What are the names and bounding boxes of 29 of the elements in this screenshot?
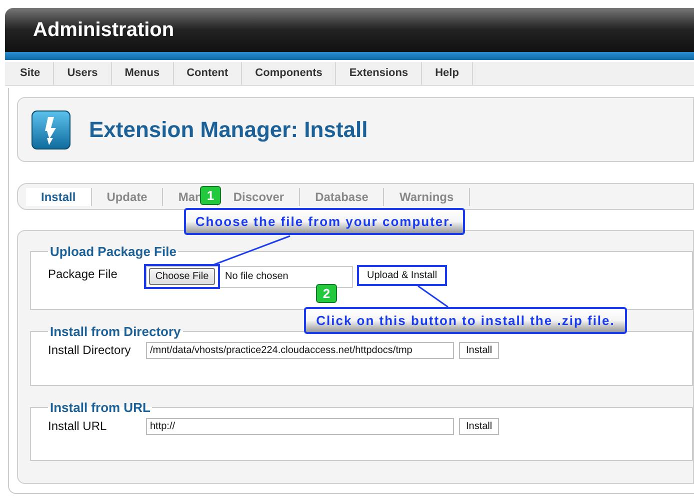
tab[interactable]: Install (26, 188, 91, 206)
menu-item[interactable]: Extensions (336, 62, 422, 85)
choose-file-button[interactable]: Choose File (149, 268, 215, 285)
install-button[interactable]: Install (459, 418, 500, 434)
header-title: Administration (33, 18, 174, 43)
callout-text: Choose the file from your computer. (195, 212, 454, 231)
lightning-icon (31, 110, 71, 150)
menu-item[interactable]: Content (174, 62, 242, 85)
upload-install-button[interactable]: Upload & Install (357, 264, 448, 286)
page-title: Extension Manager: Install (89, 116, 368, 144)
step-badge: 2 (316, 284, 337, 303)
file-status: No file chosen (225, 270, 288, 284)
file-field[interactable]: Choose File No file chosen (146, 266, 353, 288)
menu-item[interactable]: Components (242, 62, 336, 85)
field-label: Install Directory (48, 342, 132, 358)
menu-item[interactable]: Help (422, 62, 473, 85)
text-field[interactable]: /mnt/data/vhosts/practice224.cloudaccess.net/httpdocs/tmp (146, 342, 454, 358)
menu-item[interactable]: Site (7, 62, 54, 85)
field-label: Install URL (48, 418, 108, 434)
section-legend: Upload Package File (48, 242, 178, 262)
section-legend: Install from Directory (48, 322, 183, 342)
step-badge: 1 (200, 186, 221, 205)
field-label: Package File (48, 266, 118, 282)
menu-item[interactable]: Users (54, 62, 112, 85)
text-field[interactable]: http:// (146, 418, 454, 434)
menu-item[interactable]: Menus (112, 62, 174, 85)
install-button[interactable]: Install (459, 342, 500, 358)
callout-text: Click on this button to install the .zip file. (316, 312, 615, 330)
section-legend: Install from URL (48, 398, 152, 418)
